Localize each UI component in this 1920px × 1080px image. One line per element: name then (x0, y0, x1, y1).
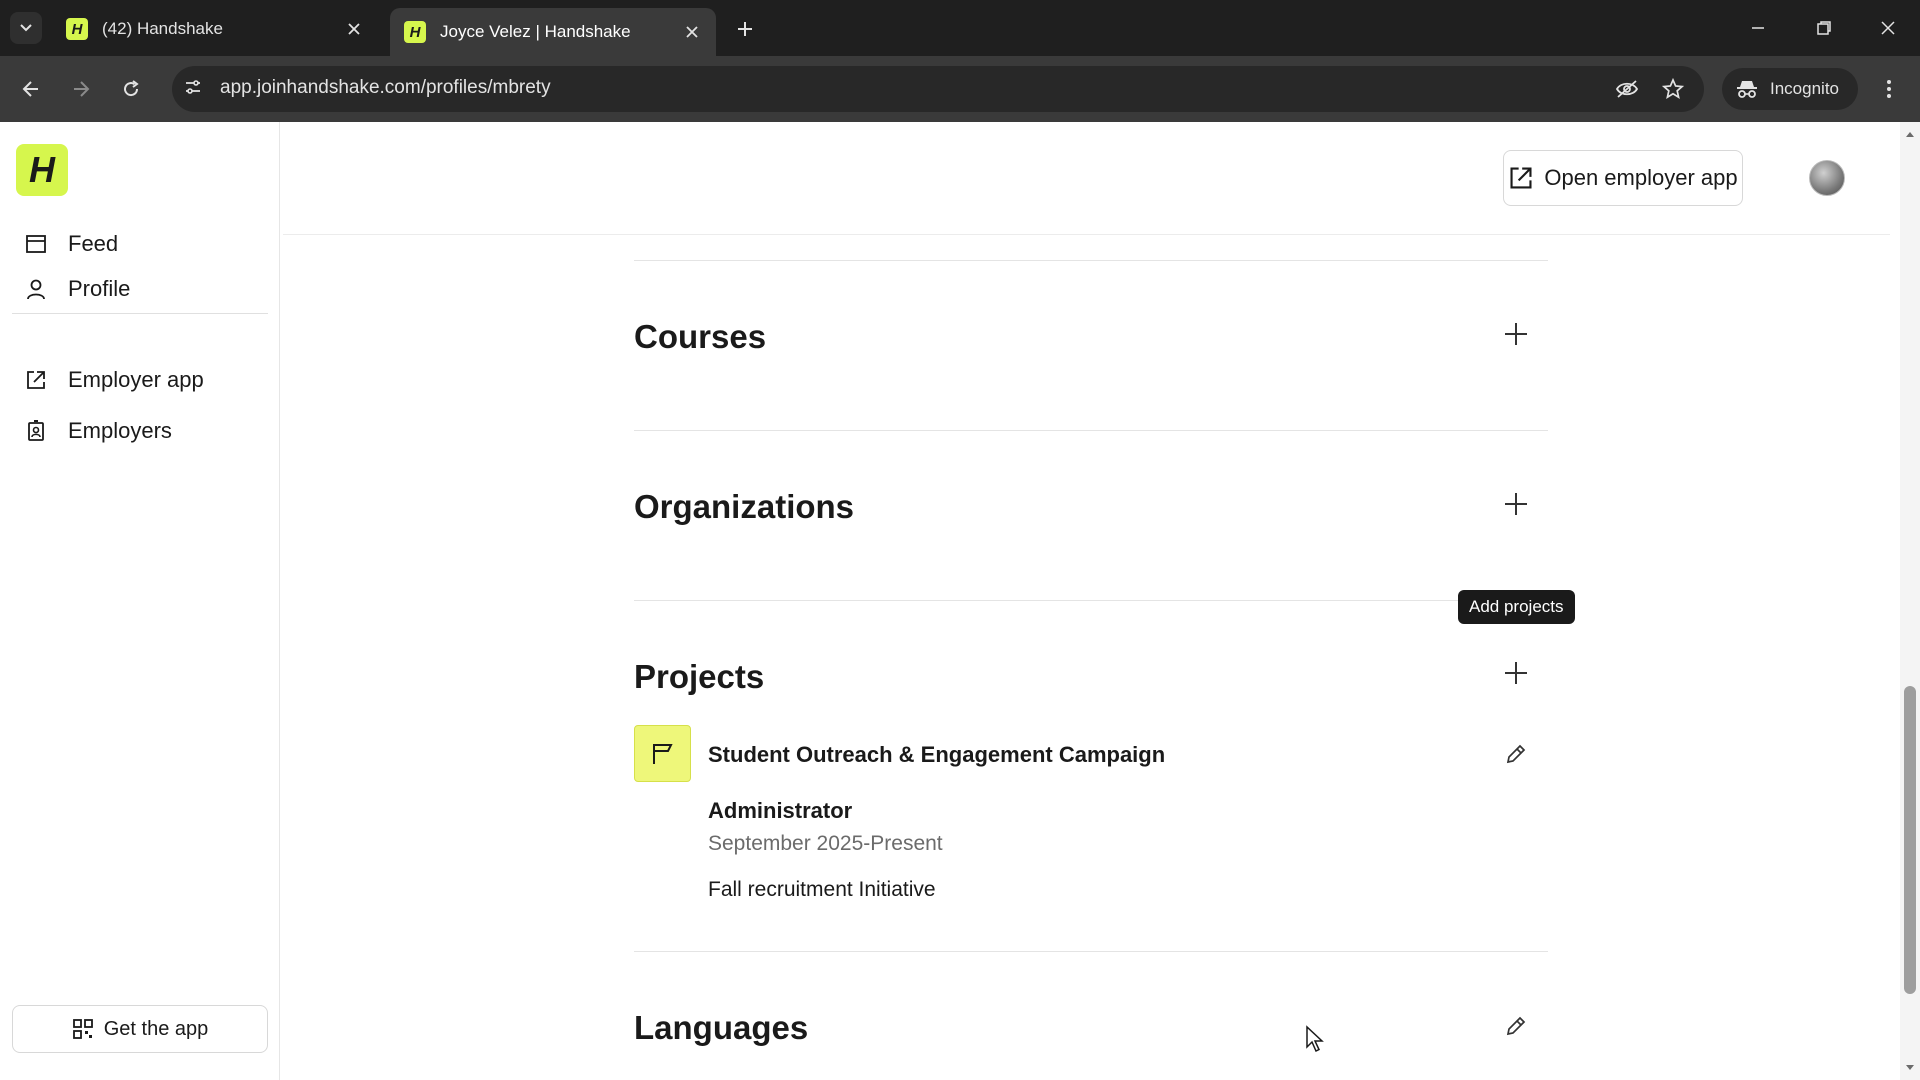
project-flag-icon (634, 725, 691, 782)
section-title-courses: Courses (634, 318, 767, 355)
reload-button[interactable] (114, 72, 148, 106)
chevron-down-icon (20, 24, 32, 32)
open-employer-label: Open employer app (1544, 165, 1738, 190)
restore-button[interactable] (1804, 10, 1844, 46)
sidebar-item-label: Employer app (68, 367, 204, 392)
badge-icon (22, 417, 50, 445)
sidebar: H Feed Profile Employer app Employers Ge… (0, 122, 280, 1080)
plus-icon (738, 22, 752, 36)
external-link-icon (1510, 167, 1532, 189)
forward-button[interactable] (64, 72, 98, 106)
sidebar-item-employer-app[interactable]: Employer app (22, 360, 204, 400)
edit-project-button[interactable] (1500, 738, 1532, 770)
avatar[interactable] (1809, 160, 1845, 196)
browser-address-bar: app.joinhandshake.com/profiles/mbrety In… (0, 56, 1920, 122)
person-icon (22, 275, 50, 303)
url-text[interactable]: app.joinhandshake.com/profiles/mbrety (220, 77, 551, 99)
section-title-languages: Languages (634, 1009, 809, 1046)
section-divider (634, 260, 1548, 261)
get-the-app-button[interactable]: Get the app (12, 1005, 268, 1053)
browser-tab[interactable]: H (42) Handshake (52, 8, 378, 50)
tracking-protection-icon[interactable] (1610, 72, 1644, 106)
handshake-logo[interactable]: H (16, 144, 68, 196)
project-description: Fall recruitment Initiative (708, 878, 936, 901)
section-divider (634, 600, 1548, 601)
external-link-icon (22, 366, 50, 394)
tune-icon (186, 80, 200, 94)
browser-tab-active[interactable]: H Joyce Velez | Handshake (390, 8, 716, 56)
scrollbar-thumb[interactable] (1904, 686, 1916, 994)
restore-icon (1817, 21, 1831, 35)
add-organizations-button[interactable] (1500, 488, 1532, 520)
browser-tab-bar: H (42) Handshake H Joyce Velez | Handsha… (0, 0, 1920, 56)
handshake-favicon-icon: H (404, 21, 426, 43)
project-dates: September 2025-Present (708, 832, 943, 855)
tab-title: (42) Handshake (102, 19, 223, 38)
section-title-projects: Projects (634, 658, 765, 695)
sidebar-item-label: Profile (68, 276, 131, 301)
section-divider (634, 430, 1548, 431)
browser-menu-button[interactable] (1872, 72, 1906, 106)
plus-icon (1505, 323, 1527, 345)
plus-icon (1505, 662, 1527, 684)
sidebar-divider (12, 313, 268, 314)
pencil-icon (1506, 744, 1526, 764)
mouse-cursor-icon (1306, 1025, 1324, 1053)
add-projects-tooltip: Add projects (1458, 590, 1575, 624)
minimize-icon (1752, 27, 1764, 29)
close-window-button[interactable] (1868, 10, 1908, 46)
add-courses-button[interactable] (1500, 318, 1532, 350)
close-icon[interactable] (344, 19, 364, 39)
plus-icon (1505, 493, 1527, 515)
sidebar-item-employers[interactable]: Employers (22, 411, 172, 451)
arrow-right-icon (74, 81, 90, 97)
reload-icon (124, 80, 139, 97)
feed-icon (22, 230, 50, 258)
sidebar-item-feed[interactable]: Feed (22, 224, 118, 264)
add-projects-button[interactable] (1500, 657, 1532, 689)
page-body: H Feed Profile Employer app Employers Ge… (0, 122, 1920, 1080)
more-vertical-icon (1887, 80, 1891, 98)
scroll-down-arrow-icon[interactable] (1902, 1060, 1918, 1076)
section-divider (634, 951, 1548, 952)
site-info-button[interactable] (176, 70, 210, 104)
project-name: Student Outreach & Engagement Campaign (708, 742, 1166, 767)
tab-title: Joyce Velez | Handshake (440, 22, 631, 41)
arrow-left-icon (22, 81, 38, 97)
tab-search-button[interactable] (10, 12, 42, 44)
minimize-button[interactable] (1738, 10, 1778, 46)
incognito-label: Incognito (1770, 79, 1839, 98)
bookmark-star-icon[interactable] (1656, 72, 1690, 106)
handshake-favicon-icon: H (66, 18, 88, 40)
new-tab-button[interactable] (730, 14, 760, 44)
back-button[interactable] (14, 72, 48, 106)
qr-code-icon (72, 1019, 93, 1039)
close-icon[interactable] (682, 22, 702, 42)
sidebar-item-profile[interactable]: Profile (22, 269, 130, 309)
incognito-icon (1737, 81, 1757, 98)
section-title-organizations: Organizations (634, 488, 855, 525)
get-app-label: Get the app (103, 1017, 209, 1040)
project-role: Administrator (708, 798, 853, 823)
sidebar-item-label: Employers (68, 418, 172, 443)
top-bar: Open employer app (283, 122, 1890, 235)
incognito-indicator[interactable]: Incognito (1722, 68, 1858, 110)
sidebar-item-label: Feed (68, 231, 119, 256)
edit-languages-button[interactable] (1500, 1010, 1532, 1042)
close-icon (1881, 21, 1895, 35)
pencil-icon (1506, 1016, 1526, 1036)
scroll-up-arrow-icon[interactable] (1902, 126, 1918, 142)
open-employer-app-button[interactable]: Open employer app (1503, 150, 1743, 206)
